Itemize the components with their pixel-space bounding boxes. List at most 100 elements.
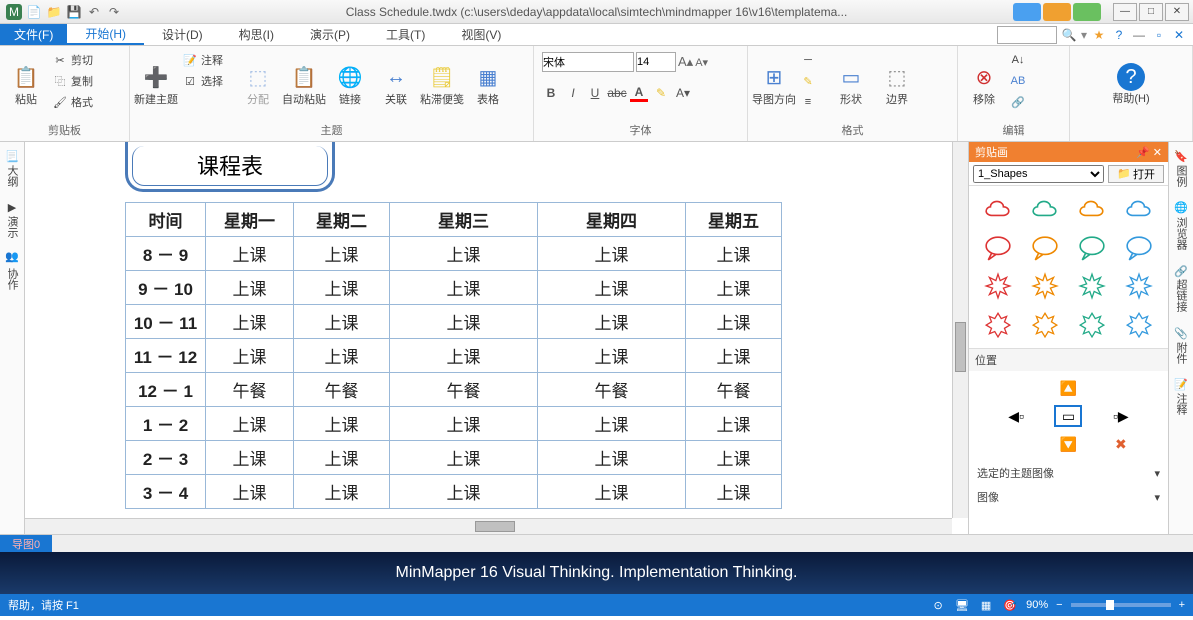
border-button[interactable]: ⬚边界 [875,48,919,120]
table-header[interactable]: 星期一 [206,203,294,237]
table-button[interactable]: ▦表格 [466,48,510,120]
bold-button[interactable]: B [542,84,560,102]
pos-left[interactable]: ◀▫ [1002,405,1030,427]
tab-design[interactable]: 设计(D) [144,24,221,45]
clipart-shape[interactable] [1070,192,1115,228]
maximize-button[interactable]: □ [1139,3,1163,21]
style-dropdown[interactable] [997,26,1057,44]
note-button[interactable]: 📝注释 [180,50,225,70]
font-size-input[interactable] [636,52,676,72]
table-header[interactable]: 星期四 [538,203,686,237]
rightrail-legend[interactable]: 🔖图例 [1173,150,1189,187]
clipart-shape[interactable] [975,306,1020,342]
pos-top[interactable]: 🔼 [1054,377,1082,399]
pin-icon[interactable]: 📌 [1136,147,1150,159]
qat-open-icon[interactable]: 📁 [46,4,62,20]
horizontal-scrollbar[interactable] [25,518,952,534]
table-row[interactable]: 9 － 10上课上课上课上课上课 [126,271,782,305]
italic-button[interactable]: I [564,84,582,102]
pos-delete[interactable]: ✖ [1107,433,1135,455]
map-direction-button[interactable]: ⊞导图方向 [752,48,796,120]
rightrail-note[interactable]: 📝注释 [1173,378,1189,415]
strikethrough-button[interactable]: abc [608,84,626,102]
clipart-shape[interactable] [975,192,1020,228]
status-present-icon[interactable]: ▦ [978,597,994,613]
status-focus-icon[interactable]: 🎯 [1002,597,1018,613]
clipart-shape[interactable] [1022,192,1067,228]
leftrail-collab[interactable]: 👥协作 [4,252,20,289]
table-row[interactable]: 2 － 3上课上课上课上课上课 [126,441,782,475]
image-row[interactable]: 图像▾ [969,485,1168,509]
line-style-button[interactable]: ─ [798,50,818,70]
paste-button[interactable]: 📋 粘贴 [4,48,48,120]
search-icon[interactable]: 🔍 [1061,27,1077,43]
clipart-shape[interactable] [1070,268,1115,304]
doc-tab-0[interactable]: 导图0 [0,535,52,552]
canvas[interactable]: 课程表 时间星期一星期二星期三星期四星期五 8 － 9上课上课上课上课上课9 －… [25,142,968,534]
find-button[interactable]: 🔗 [1008,92,1028,112]
new-topic-button[interactable]: ➕新建主题 [134,48,178,120]
qat-undo-icon[interactable]: ↶ [86,4,102,20]
ribbon-close-icon[interactable]: ✕ [1171,27,1187,43]
pos-right[interactable]: ▫▶ [1107,405,1135,427]
table-row[interactable]: 3 － 4上课上课上课上课上课 [126,475,782,509]
table-header[interactable]: 时间 [126,203,206,237]
qat-new-icon[interactable]: 📄 [26,4,42,20]
help-button[interactable]: ?帮助(H) [1109,48,1153,120]
clipart-category-select[interactable]: 1_Shapes [973,165,1104,183]
table-header[interactable]: 星期二 [294,203,390,237]
tab-present[interactable]: 演示(P) [292,24,368,45]
clipart-shape[interactable] [1070,306,1115,342]
file-menu[interactable]: 文件(F) [0,24,67,45]
font-name-input[interactable] [542,52,634,72]
clipart-shape[interactable] [1117,230,1162,266]
zoom-out-button[interactable]: − [1056,599,1062,611]
relation-button[interactable]: ↔关联 [374,48,418,120]
clipart-shape[interactable] [1117,192,1162,228]
main-topic[interactable]: 课程表 [125,142,335,192]
font-grow-icon[interactable]: A▴ [678,54,693,70]
clipart-shape[interactable] [1070,230,1115,266]
theme-orange-button[interactable] [1043,3,1071,21]
highlight-button[interactable]: ✎ [652,84,670,102]
help-icon[interactable]: ? [1111,27,1127,43]
split-button[interactable]: ⬚分配 [236,48,280,120]
table-row[interactable]: 11 － 12上课上课上课上课上课 [126,339,782,373]
clipart-shape[interactable] [975,268,1020,304]
schedule-table[interactable]: 时间星期一星期二星期三星期四星期五 8 － 9上课上课上课上课上课9 － 10上… [125,202,782,509]
ribbon-minimize-icon[interactable]: — [1131,27,1147,43]
panel-close-icon[interactable]: ✕ [1153,147,1162,159]
leftrail-present[interactable]: ▶演示 [4,201,20,238]
clipart-shape[interactable] [1022,306,1067,342]
fill-button[interactable]: ✎ [798,71,818,91]
shape-button[interactable]: ▭形状 [829,48,873,120]
cut-button[interactable]: ✂剪切 [50,50,95,70]
close-button[interactable]: ✕ [1165,3,1189,21]
status-zoom-fit-icon[interactable]: ⊙ [930,597,946,613]
format-painter-button[interactable]: 🖌格式 [50,92,95,112]
minimize-button[interactable]: — [1113,3,1137,21]
sort-button[interactable]: A↓ [1008,50,1028,70]
clipart-open-button[interactable]: 📁打开 [1108,165,1164,183]
table-row[interactable]: 8 － 9上课上课上课上课上课 [126,237,782,271]
table-row[interactable]: 1 － 2上课上课上课上课上课 [126,407,782,441]
ribbon-restore-icon[interactable]: ▫ [1151,27,1167,43]
font-dialog-button[interactable]: A▾ [674,84,692,102]
vertical-scrollbar[interactable] [952,142,968,518]
rightrail-attachment[interactable]: 📎附件 [1173,326,1189,363]
font-color-button[interactable]: A [630,84,648,102]
underline-button[interactable]: U [586,84,604,102]
clipart-shape[interactable] [1117,306,1162,342]
table-header[interactable]: 星期五 [686,203,782,237]
tab-tools[interactable]: 工具(T) [368,24,443,45]
clipart-shape[interactable] [1022,230,1067,266]
tab-view[interactable]: 视图(V) [443,24,519,45]
star-icon[interactable]: ★ [1091,27,1107,43]
table-header[interactable]: 星期三 [390,203,538,237]
font-shrink-icon[interactable]: A▾ [695,56,708,69]
table-row[interactable]: 12 － 1午餐午餐午餐午餐午餐 [126,373,782,407]
clipart-shape[interactable] [1117,268,1162,304]
tab-home[interactable]: 开始(H) [67,24,144,45]
leftrail-outline[interactable]: 📃大纲 [4,150,20,187]
link-button[interactable]: 🌐链接 [328,48,372,120]
